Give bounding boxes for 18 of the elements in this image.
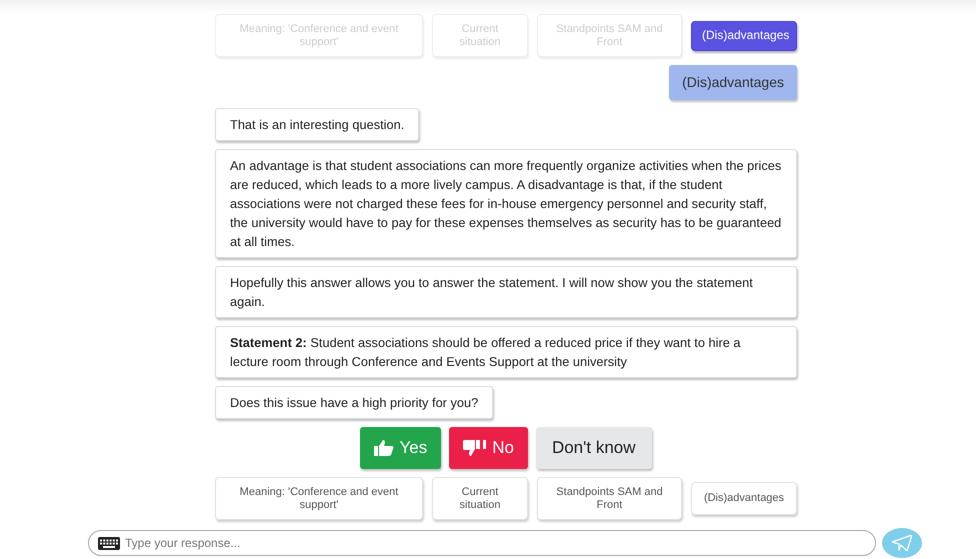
bot-message: Statement 2: Student associations should be offered a reduced price if they want to hire a lecture room through Conference and Events Support at the university (215, 326, 797, 378)
thumbs-up-icon (374, 440, 394, 456)
option-button[interactable]: (Dis)advantages (691, 482, 797, 515)
option-button[interactable]: Standpoints SAM and Front (537, 477, 682, 520)
paper-plane-icon (892, 535, 912, 551)
option-button[interactable]: Current situation (432, 477, 528, 520)
send-button[interactable] (882, 528, 922, 558)
neutral-button[interactable]: Don't know (536, 427, 652, 469)
thumbs-down-icon (463, 440, 488, 456)
bot-message: Does this issue have a high priority for you? (215, 386, 494, 419)
user-message: (Dis)advantages (669, 65, 797, 100)
response-field[interactable]: Type your response... (88, 530, 876, 556)
bot-message: That is an interesting question. (215, 108, 420, 141)
no-button[interactable]: No (449, 427, 528, 469)
bot-message: Hopefully this answer allows you to answer the statement. I will now show you the statement again. (215, 266, 797, 318)
yes-button[interactable]: Yes (360, 427, 442, 469)
option-button[interactable]: Meaning: 'Conference and event support' (215, 477, 423, 520)
bot-message: An advantage is that student associations can more frequently organize activities when the prices are reduced, which leads to a more lively campus. A disadvantage is that, if the student associations were not charged these fees for in-house emergency personnel and security staff, the university would have to pay for these expenses themselves as security has to be guaranteed at all times. (215, 149, 797, 258)
